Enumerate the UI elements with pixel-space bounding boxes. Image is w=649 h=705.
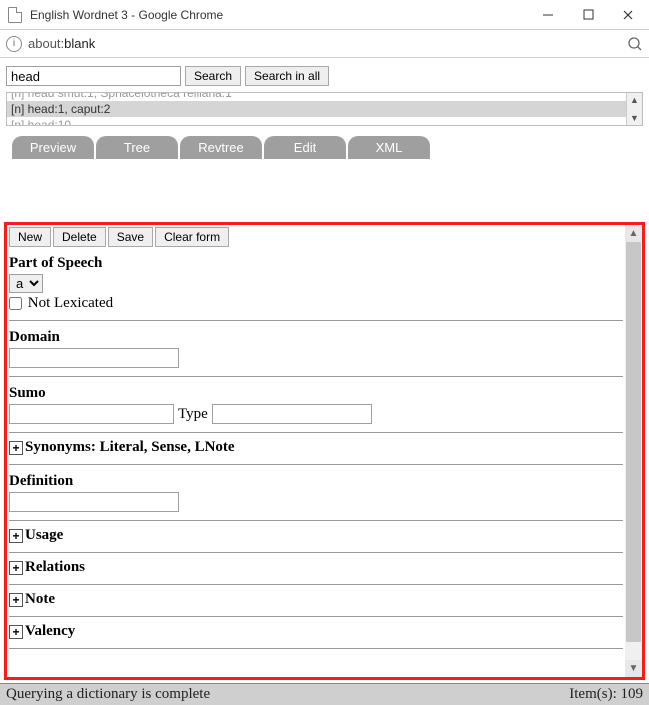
status-item-count: Item(s): 109 [569, 686, 643, 703]
domain-label: Domain [9, 329, 623, 346]
editor-toolbar: New Delete Save Clear form [9, 227, 623, 247]
address-bar: i about:blank [0, 30, 649, 58]
divider [9, 648, 623, 649]
results-scrollbar[interactable]: ▲ ▼ [626, 93, 642, 125]
divider [9, 616, 623, 617]
search-button[interactable]: Search [185, 66, 241, 86]
note-label: Note [25, 591, 55, 608]
view-tabs: Preview Tree Revtree Edit XML [0, 128, 649, 159]
not-lexicated-label: Not Lexicated [28, 295, 113, 311]
definition-input[interactable] [9, 492, 179, 512]
usage-label: Usage [25, 527, 63, 544]
type-label: Type [178, 406, 208, 423]
expand-synonyms-button[interactable]: + [9, 441, 23, 455]
window-titlebar: English Wordnet 3 - Google Chrome [0, 0, 649, 30]
pos-select[interactable]: a [9, 274, 43, 293]
window-controls [541, 8, 635, 22]
search-input[interactable] [6, 66, 181, 86]
info-icon[interactable]: i [6, 36, 22, 52]
scroll-up-icon[interactable]: ▲ [627, 93, 642, 107]
divider [9, 520, 623, 521]
pos-section: Part of Speech a Not Lexicated [9, 255, 623, 312]
divider [9, 552, 623, 553]
tab-revtree[interactable]: Revtree [180, 136, 262, 159]
relations-label: Relations [25, 559, 85, 576]
editor-content: New Delete Save Clear form Part of Speec… [7, 225, 625, 677]
maximize-button[interactable] [581, 8, 595, 22]
minimize-icon [542, 9, 554, 21]
type-input[interactable] [212, 404, 372, 424]
expand-relations-button[interactable]: + [9, 561, 23, 575]
definition-section: Definition [9, 473, 623, 512]
note-section: + Note [9, 591, 623, 608]
pos-label: Part of Speech [9, 255, 623, 272]
scroll-down-icon[interactable]: ▼ [625, 660, 642, 677]
tab-tree[interactable]: Tree [96, 136, 178, 159]
valency-section: + Valency [9, 623, 623, 640]
scroll-up-icon[interactable]: ▲ [625, 225, 642, 242]
divider [9, 584, 623, 585]
editor-panel: New Delete Save Clear form Part of Speec… [4, 222, 645, 680]
status-bar: Querying a dictionary is complete Item(s… [0, 683, 649, 705]
expand-valency-button[interactable]: + [9, 625, 23, 639]
usage-section: + Usage [9, 527, 623, 544]
result-row[interactable]: [n] head:10 [7, 117, 642, 126]
url-scheme: about: [28, 36, 64, 51]
domain-section: Domain [9, 329, 623, 368]
minimize-button[interactable] [541, 8, 555, 22]
result-row-selected[interactable]: [n] head:1, caput:2 [7, 101, 642, 117]
search-row: Search Search in all [0, 58, 649, 90]
search-in-all-button[interactable]: Search in all [245, 66, 329, 86]
relations-section: + Relations [9, 559, 623, 576]
synonyms-label: Synonyms: Literal, Sense, LNote [25, 439, 235, 456]
delete-button[interactable]: Delete [53, 227, 106, 247]
valency-label: Valency [25, 623, 75, 640]
divider [9, 464, 623, 465]
editor-scrollbar[interactable]: ▲ ▼ [625, 225, 642, 677]
tab-preview[interactable]: Preview [12, 136, 94, 159]
save-button[interactable]: Save [108, 227, 153, 247]
window-title: English Wordnet 3 - Google Chrome [30, 8, 541, 22]
close-icon [622, 9, 634, 21]
divider [9, 432, 623, 433]
synonyms-section: + Synonyms: Literal, Sense, LNote [9, 439, 623, 456]
sumo-section: Sumo Type [9, 385, 623, 424]
close-button[interactable] [621, 8, 635, 22]
status-message: Querying a dictionary is complete [6, 686, 569, 703]
tab-xml[interactable]: XML [348, 136, 430, 159]
sumo-label: Sumo [9, 385, 623, 402]
sumo-input[interactable] [9, 404, 174, 424]
url-display[interactable]: about:blank [28, 36, 627, 51]
zoom-icon[interactable] [627, 36, 643, 52]
divider [9, 320, 623, 321]
definition-label: Definition [9, 473, 623, 490]
page-icon [8, 7, 22, 23]
tab-edit[interactable]: Edit [264, 136, 346, 159]
domain-input[interactable] [9, 348, 179, 368]
results-list[interactable]: [n] head smut:1, Sphacelotheca reiliana:… [6, 92, 643, 126]
scroll-down-icon[interactable]: ▼ [627, 111, 642, 125]
not-lexicated-checkbox[interactable] [9, 297, 22, 310]
new-button[interactable]: New [9, 227, 51, 247]
divider [9, 376, 623, 377]
expand-note-button[interactable]: + [9, 593, 23, 607]
clear-form-button[interactable]: Clear form [155, 227, 229, 247]
expand-usage-button[interactable]: + [9, 529, 23, 543]
scroll-thumb[interactable] [626, 242, 641, 642]
maximize-icon [583, 9, 594, 20]
url-path: blank [64, 36, 95, 51]
result-row[interactable]: [n] head smut:1, Sphacelotheca reiliana:… [7, 92, 642, 101]
